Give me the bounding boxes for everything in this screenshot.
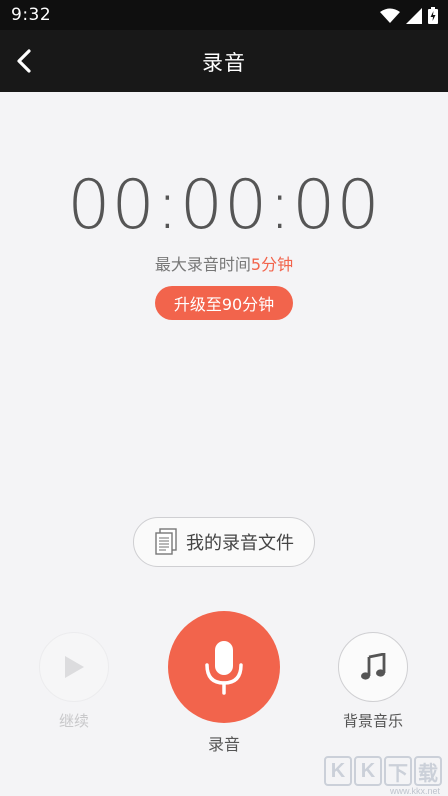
- status-bar: 9:32: [0, 0, 448, 30]
- continue-button[interactable]: [39, 632, 109, 702]
- page-title: 录音: [202, 51, 246, 75]
- microphone-icon: [205, 641, 243, 695]
- app-bar: 录音: [0, 30, 448, 92]
- max-duration-text: 最大录音时间5分钟: [0, 251, 448, 275]
- my-recordings-button[interactable]: 我的录音文件: [133, 517, 315, 567]
- upgrade-button[interactable]: 升级至90分钟: [155, 286, 293, 320]
- max-duration-value: 5分钟: [250, 255, 294, 274]
- battery-icon: [428, 7, 438, 24]
- watermark-url: www.kkx.net: [389, 786, 440, 796]
- music-note-icon: [361, 653, 386, 680]
- max-duration-prefix: 最大录音时间: [154, 255, 251, 274]
- watermark-logo: K K 下 载 www.kkx.net: [324, 756, 442, 796]
- signal-icon: [406, 7, 422, 24]
- record-label: 录音: [207, 735, 240, 754]
- continue-label: 继续: [58, 712, 89, 730]
- background-music-label: 背景音乐: [342, 712, 403, 730]
- record-button[interactable]: [168, 611, 280, 723]
- background-music-button[interactable]: [338, 632, 408, 702]
- watermark-letter: 下: [384, 756, 412, 786]
- watermark-letter: K: [324, 756, 352, 786]
- wifi-icon: [380, 8, 400, 23]
- status-icons: [380, 7, 438, 24]
- watermark-letter: 载: [414, 756, 442, 786]
- document-icon: [155, 528, 177, 555]
- play-icon: [65, 656, 84, 678]
- recording-timer: 00:00:00: [67, 166, 381, 245]
- status-time: 9:32: [11, 5, 52, 25]
- my-recordings-label: 我的录音文件: [186, 533, 294, 554]
- watermark-letter: K: [354, 756, 382, 786]
